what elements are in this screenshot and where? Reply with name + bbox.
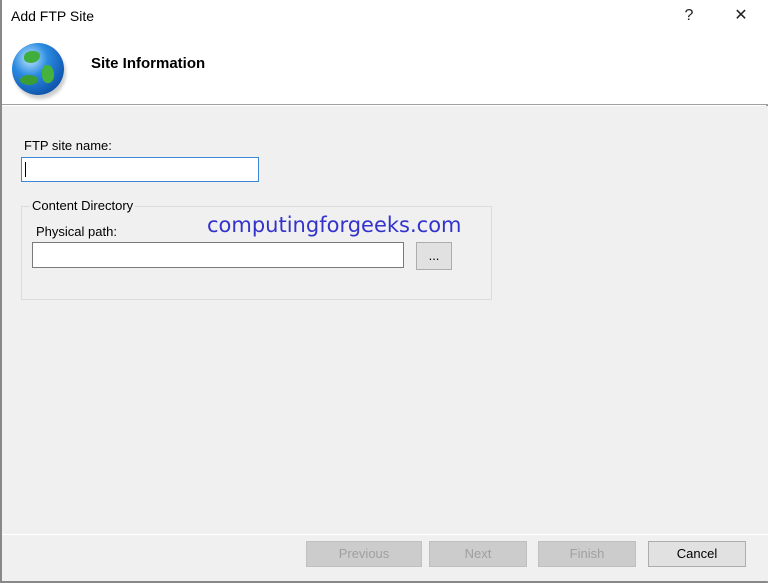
finish-button[interactable]: Finish bbox=[538, 541, 636, 567]
physical-path-label: Physical path: bbox=[36, 224, 117, 239]
window-title: Add FTP Site bbox=[11, 8, 95, 24]
physical-path-input[interactable] bbox=[32, 242, 404, 268]
help-button[interactable]: ? bbox=[674, 4, 704, 28]
text-caret bbox=[25, 162, 26, 177]
site-name-label: FTP site name: bbox=[24, 138, 112, 153]
globe-icon bbox=[12, 43, 64, 95]
cancel-button[interactable]: Cancel bbox=[648, 541, 746, 567]
add-ftp-site-dialog: Add FTP Site ? ✕ Site Information FTP si… bbox=[0, 0, 768, 583]
wizard-header: Site Information bbox=[2, 33, 768, 105]
watermark: computingforgeeks.com bbox=[207, 213, 462, 237]
previous-button[interactable]: Previous bbox=[306, 541, 422, 567]
browse-button[interactable]: ... bbox=[416, 242, 452, 270]
content-directory-label: Content Directory bbox=[30, 198, 136, 213]
page-title: Site Information bbox=[91, 55, 206, 72]
next-button[interactable]: Next bbox=[429, 541, 527, 567]
wizard-body: FTP site name: Content Directory Physica… bbox=[2, 106, 768, 581]
site-name-input[interactable] bbox=[21, 157, 259, 182]
close-button[interactable]: ✕ bbox=[726, 4, 756, 28]
title-bar: Add FTP Site ? ✕ bbox=[2, 0, 768, 33]
footer-divider bbox=[2, 534, 768, 535]
